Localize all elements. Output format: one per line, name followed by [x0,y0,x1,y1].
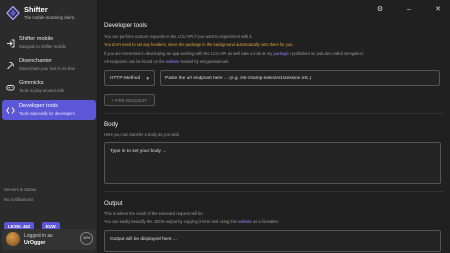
sidebar-item-developer-tools[interactable]: Developer tools Tools especially for dev… [2,100,96,120]
body-description: Here you can transfer a body as you wish… [104,132,181,137]
dev-description-3: If you are interested in developing an a… [104,51,364,56]
page-title: Developer tools [104,22,147,29]
output-textarea[interactable] [104,230,441,252]
endpoint-input[interactable] [160,70,440,86]
dev-description-4-b: hosted by mingweisamuel. [179,59,230,64]
chevron-down-icon: ▼ [145,76,150,81]
username: UrOgger [24,240,46,246]
fire-request-label: FIRE REQUEST [114,97,148,103]
output-description-2: You can easily beautify the JSON output … [104,219,279,224]
app-title: Shifter [24,5,48,14]
body-title: Body [104,121,119,128]
login-arrow-icon [7,39,15,48]
brand: Shifter The mobile matching client. [4,3,96,23]
notifications-label: No notifications [4,197,34,202]
divider [104,113,444,114]
http-method-select[interactable]: HTTP-Method ▼ [104,70,155,86]
shifter-logo-icon [6,6,20,20]
logged-in-label: Logged in as [24,233,53,239]
app-subtitle: The mobile matching client. [24,15,75,20]
user-card[interactable]: Logged in as UrOgger 43% [2,229,96,250]
avatar [6,232,20,246]
sidebar-item-sublabel: Tools especially for developers [19,111,75,116]
body-textarea[interactable] [104,142,441,184]
output-description-1: This is where the result of the executed… [104,211,204,216]
gamepad-icon [6,85,15,91]
servers-status-label: Servers & Status [4,187,37,192]
sidebar-item-label: Shifter mobile [19,36,54,42]
sidebar-item-shifter-mobile[interactable]: Shifter mobile Navigate to Shifter mobil… [2,33,96,53]
http-method-value: HTTP-Method [110,76,141,81]
output-title: Output [104,200,123,207]
fire-request-button[interactable]: + FIRE REQUEST [104,94,155,106]
code-brackets-icon [6,107,15,114]
sidebar-item-disenchanter[interactable]: Disenchanter Disenchant your loot in no … [2,55,96,75]
output-description-2-a: You can easily beautify the JSON output … [104,219,238,224]
dev-description-3-b: I published on pub.dev called Gengaleni. [288,51,364,56]
sidebar-item-label: Disenchanter [19,58,52,64]
sidebar-item-gimmicks[interactable]: Gimmicks Tools to play around with [2,77,96,97]
sidebar-item-sublabel: Disenchant your loot in no time [19,66,76,71]
headers-warning: You don't need to set any headers, since… [104,42,294,47]
progress-ring: 43% [80,232,93,245]
sidebar-item-label: Developer tools [19,103,58,109]
sidebar-item-sublabel: Navigate to Shifter mobile [19,44,66,49]
sidebar-item-label: Gimmicks [19,80,44,86]
dev-description-4-a: All endpoints can be found on the [104,59,166,64]
pickaxe-icon [7,61,15,70]
package-link[interactable]: package [273,51,288,56]
sidebar-item-sublabel: Tools to play around with [19,88,65,93]
sidebar: Shifter The mobile matching client. Shif… [0,0,98,253]
dev-description-1: You can perform custom requests to the L… [104,34,253,39]
output-description-2-b: as a formatter. [251,219,280,224]
formatter-website-link[interactable]: website [238,219,252,224]
endpoints-website-link[interactable]: website [166,59,180,64]
divider [104,191,444,192]
dev-description-3-a: If you are interested in developing an a… [104,51,274,56]
level-region-row: LEVEL 462 EUW [4,215,63,231]
dev-description-4: All endpoints can be found on the websit… [104,59,229,64]
main-content: Developer tools You can perform custom r… [98,0,450,253]
